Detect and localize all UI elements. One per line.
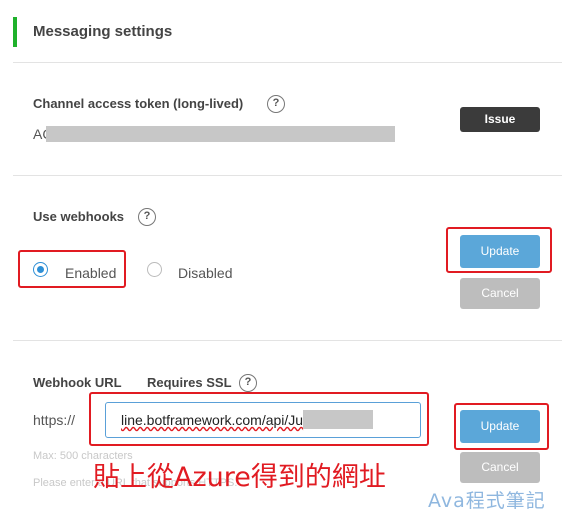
divider [13, 175, 562, 176]
help-icon[interactable]: ? [138, 208, 156, 226]
section-accent-bar [13, 17, 17, 47]
help-icon[interactable]: ? [239, 374, 257, 392]
requires-ssl-label: Requires SSL [147, 375, 232, 390]
divider [13, 340, 562, 341]
page-title: Messaging settings [33, 23, 173, 40]
enabled-radio[interactable] [33, 262, 48, 277]
webhooks-update-button[interactable]: Update [460, 235, 540, 268]
use-webhooks-label: Use webhooks [33, 209, 125, 224]
webhook-url-label: Webhook URL [33, 375, 122, 390]
channel-token-label: Channel access token (long-lived) [33, 96, 244, 111]
url-redaction [303, 410, 373, 429]
url-update-button[interactable]: Update [460, 410, 540, 443]
webhooks-cancel-button[interactable]: Cancel [460, 278, 540, 309]
help-icon[interactable]: ? [267, 95, 285, 113]
divider [13, 62, 562, 63]
disabled-radio[interactable] [147, 262, 162, 277]
webhook-url-value[interactable]: line.botframework.com/api/Ju [121, 412, 303, 428]
watermark: Ava程式筆記 [428, 490, 546, 512]
issue-button[interactable]: Issue [460, 107, 540, 132]
disabled-radio-label[interactable]: Disabled [178, 265, 232, 281]
url-cancel-button[interactable]: Cancel [460, 452, 540, 483]
token-redaction [46, 126, 395, 142]
enabled-radio-label[interactable]: Enabled [65, 265, 116, 281]
annotation-text: 貼上從Azure得到的網址 [93, 462, 386, 493]
url-prefix: https:// [33, 412, 76, 428]
